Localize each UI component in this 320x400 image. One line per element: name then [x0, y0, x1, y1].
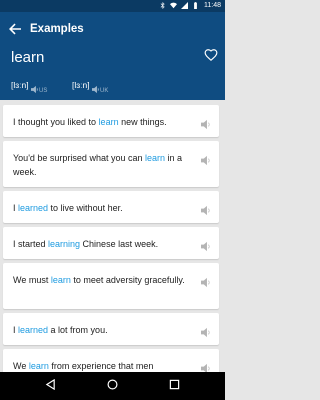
- example-card[interactable]: You'd be surprised what you can learn in…: [3, 141, 219, 187]
- region-uk: UK: [100, 88, 109, 94]
- example-card[interactable]: I learned a lot from you.: [3, 313, 219, 345]
- example-text: I learned a lot from you.: [13, 325, 108, 335]
- highlight-word: learn: [144, 153, 165, 163]
- heart-outline-icon: [204, 49, 218, 62]
- speaker-icon: [201, 277, 210, 288]
- circle-home-icon: [107, 379, 118, 390]
- play-audio-button[interactable]: [201, 275, 212, 288]
- example-text: I learned to live without her.: [13, 203, 123, 213]
- wifi-icon: [170, 2, 177, 11]
- word-header: learn [lɜːn] US [lɜːn] UK: [0, 46, 225, 100]
- highlight-word: learned: [18, 325, 49, 335]
- example-text: We must learn to meet adversity graceful…: [13, 275, 185, 285]
- system-nav-bar: [0, 372, 225, 400]
- clock: 11:48: [204, 2, 221, 9]
- ipa-us: [lɜːn]: [11, 80, 29, 90]
- triangle-back-icon: [46, 378, 56, 391]
- example-text: You'd be surprised what you can learn in…: [13, 153, 183, 177]
- page-title: Examples: [30, 23, 84, 35]
- example-text: We learn from experience that men: [13, 361, 154, 371]
- speaker-icon: [201, 205, 210, 216]
- highlight-word: learning: [48, 239, 81, 249]
- nav-back-button[interactable]: [45, 377, 56, 395]
- highlight-word: learn: [98, 117, 119, 127]
- play-audio-button[interactable]: [201, 203, 212, 216]
- signal-icon: [181, 1, 188, 11]
- highlight-word: learned: [18, 203, 49, 213]
- battery-icon: [192, 1, 199, 11]
- app-bar: Examples: [0, 12, 225, 46]
- example-card[interactable]: I thought you liked to learn new things.: [3, 105, 219, 137]
- bluetooth-icon: [159, 1, 166, 11]
- nav-home-button[interactable]: [107, 377, 118, 395]
- ipa-uk: [lɜːn]: [72, 80, 90, 90]
- example-text: I started learning Chinese last week.: [13, 239, 159, 249]
- favorite-button[interactable]: [204, 48, 218, 62]
- square-recents-icon: [169, 379, 179, 390]
- pronunciation-us[interactable]: [lɜːn] US: [11, 80, 47, 94]
- speaker-icon: [201, 155, 210, 166]
- play-audio-button[interactable]: [201, 361, 212, 374]
- play-audio-button[interactable]: [201, 117, 212, 130]
- nav-recents-button[interactable]: [169, 377, 180, 395]
- example-text: I thought you liked to learn new things.: [13, 117, 167, 127]
- highlight-word: learn: [50, 275, 71, 285]
- play-audio-button[interactable]: [201, 153, 212, 166]
- status-bar: 11:48: [0, 0, 225, 12]
- back-button[interactable]: [0, 12, 30, 46]
- pronunciation-uk[interactable]: [lɜːn] UK: [72, 80, 108, 94]
- example-card[interactable]: I started learning Chinese last week.: [3, 227, 219, 259]
- example-card[interactable]: We must learn to meet adversity graceful…: [3, 263, 219, 309]
- arrow-left-icon: [9, 23, 21, 35]
- example-card[interactable]: I learned to live without her.: [3, 191, 219, 223]
- speaker-icon: [201, 327, 210, 338]
- speaker-icon: [201, 119, 210, 130]
- speaker-icon: [201, 241, 210, 252]
- highlight-word: learn: [28, 361, 49, 371]
- headword: learn: [11, 49, 45, 66]
- play-audio-button[interactable]: [201, 239, 212, 252]
- play-audio-button[interactable]: [201, 325, 212, 338]
- region-us: US: [39, 88, 48, 94]
